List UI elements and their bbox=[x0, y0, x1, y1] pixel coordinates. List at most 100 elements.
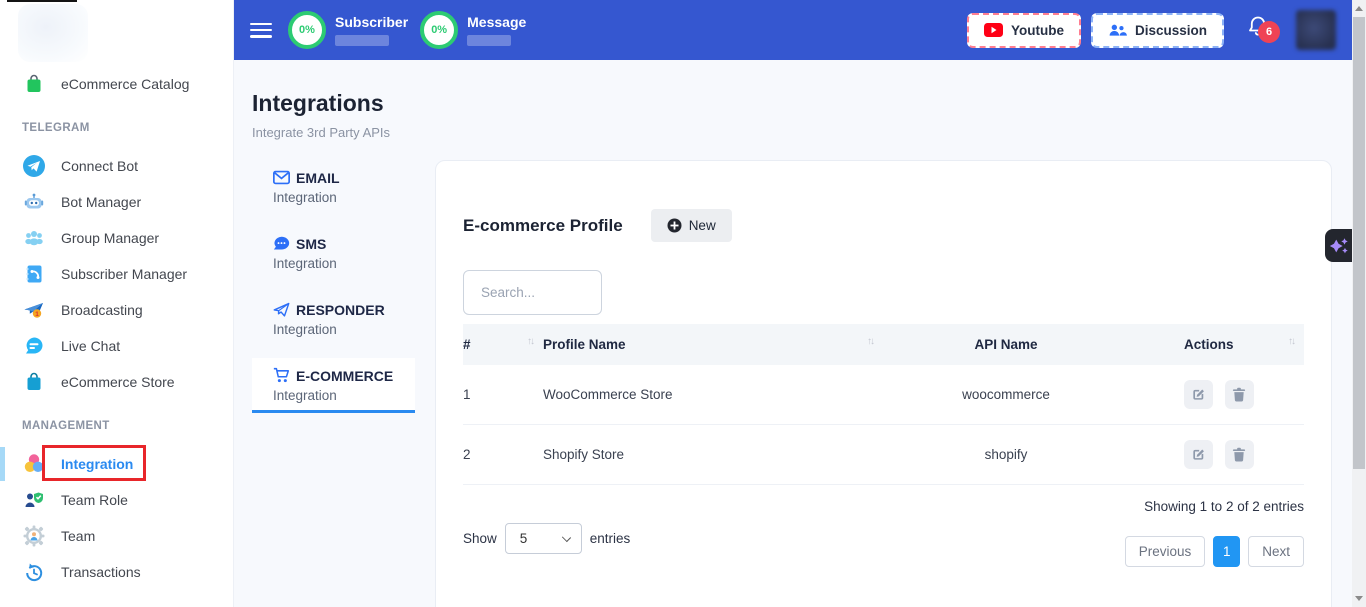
sidebar-section-telegram: TELEGRAM bbox=[0, 114, 233, 142]
tab-title: SMS bbox=[296, 236, 326, 252]
shopping-bag-blue-icon bbox=[22, 370, 46, 394]
sidebar-item-bot-manager[interactable]: Bot Manager bbox=[0, 184, 233, 220]
sidebar-item-label: Group Manager bbox=[61, 230, 159, 246]
page-title: Integrations bbox=[252, 90, 1352, 117]
scrollbar-thumb[interactable] bbox=[1353, 17, 1365, 469]
delete-button[interactable] bbox=[1225, 380, 1254, 409]
search-input[interactable] bbox=[463, 270, 602, 315]
sidebar-item-label: Connect Bot bbox=[61, 158, 138, 174]
tab-title: RESPONDER bbox=[296, 302, 385, 318]
scroll-up-arrow[interactable] bbox=[1355, 6, 1363, 11]
sidebar-item-integration[interactable]: Integration bbox=[0, 446, 233, 482]
transaction-history-icon bbox=[22, 560, 46, 584]
edit-pencil-icon bbox=[1191, 447, 1206, 462]
robot-icon bbox=[22, 190, 46, 214]
profile-name-cell: WooCommerce Store bbox=[543, 372, 883, 417]
gear-person-icon bbox=[22, 524, 46, 548]
sort-icon: ↑↓ bbox=[867, 336, 873, 347]
message-stat: 0% Message bbox=[420, 11, 526, 49]
tab-title: EMAIL bbox=[296, 170, 340, 186]
tab-subtitle: Integration bbox=[273, 322, 415, 337]
tab-responder-integration[interactable]: RESPONDER Integration bbox=[252, 292, 415, 347]
current-page-button[interactable]: 1 bbox=[1213, 536, 1240, 567]
svg-text:1: 1 bbox=[35, 311, 39, 318]
app-logo bbox=[18, 4, 88, 62]
window-scrollbar bbox=[1352, 0, 1366, 607]
page-size-select[interactable]: 5 bbox=[505, 523, 582, 554]
row-number: 2 bbox=[463, 432, 543, 477]
delete-button[interactable] bbox=[1225, 440, 1254, 469]
redacted-value bbox=[335, 35, 389, 46]
message-stat-label: Message bbox=[467, 14, 526, 30]
notification-count-badge: 6 bbox=[1258, 21, 1280, 43]
notifications-button[interactable]: 6 bbox=[1246, 14, 1270, 46]
sidebar-item-transactions[interactable]: Transactions bbox=[0, 554, 233, 590]
tab-ecommerce-integration[interactable]: E-COMMERCE Integration bbox=[252, 358, 415, 413]
sidebar-item-live-chat[interactable]: Live Chat bbox=[0, 328, 233, 364]
trash-icon bbox=[1232, 447, 1246, 462]
table-row: 2 Shopify Store shopify bbox=[463, 425, 1304, 485]
sidebar-item-label: eCommerce Store bbox=[61, 374, 175, 390]
scroll-down-arrow[interactable] bbox=[1355, 596, 1363, 601]
profile-name-cell: Shopify Store bbox=[543, 432, 883, 477]
table-row: 1 WooCommerce Store woocommerce bbox=[463, 365, 1304, 425]
sidebar-item-label: Team bbox=[61, 528, 95, 544]
ai-assistant-button[interactable] bbox=[1325, 229, 1352, 262]
sidebar-item-broadcasting[interactable]: 1 Broadcasting bbox=[0, 292, 233, 328]
app-window: eCommerce Catalog TELEGRAM Connect Bot bbox=[0, 0, 1366, 607]
sidebar-item-ecommerce-catalog[interactable]: eCommerce Catalog bbox=[0, 66, 233, 102]
column-header-number[interactable]: # ↑↓ bbox=[463, 324, 543, 365]
sidebar-item-team-role[interactable]: Team Role bbox=[0, 482, 233, 518]
showing-entries-info: Showing 1 to 2 of 2 entries bbox=[1144, 499, 1304, 514]
profiles-table: # ↑↓ Profile Name ↑↓ API Name bbox=[463, 324, 1304, 485]
row-number: 1 bbox=[463, 372, 543, 417]
api-name-cell: woocommerce bbox=[883, 372, 1129, 417]
sidebar-item-label: Integration bbox=[61, 456, 133, 472]
tab-subtitle: Integration bbox=[273, 190, 415, 205]
telegram-icon bbox=[22, 154, 46, 178]
edit-button[interactable] bbox=[1184, 380, 1213, 409]
tab-sms-integration[interactable]: SMS Integration bbox=[252, 226, 415, 281]
sort-icon: ↑↓ bbox=[1288, 336, 1294, 347]
column-header-actions[interactable]: Actions ↑↓ bbox=[1129, 324, 1304, 365]
previous-page-button[interactable]: Previous bbox=[1125, 536, 1206, 567]
sidebar-item-subscriber-manager[interactable]: Subscriber Manager bbox=[0, 256, 233, 292]
subscriber-progress-circle: 0% bbox=[288, 11, 326, 49]
sidebar-item-label: Subscriber Manager bbox=[61, 266, 187, 282]
sidebar-item-label: Broadcasting bbox=[61, 302, 143, 318]
person-shield-icon bbox=[22, 488, 46, 512]
user-avatar[interactable] bbox=[1296, 10, 1336, 50]
active-indicator bbox=[0, 447, 5, 481]
sidebar-item-group-manager[interactable]: Group Manager bbox=[0, 220, 233, 256]
edit-pencil-icon bbox=[1191, 387, 1206, 402]
sidebar-item-connect-bot[interactable]: Connect Bot bbox=[0, 148, 233, 184]
redacted-value bbox=[467, 35, 511, 46]
sidebar: eCommerce Catalog TELEGRAM Connect Bot bbox=[0, 0, 234, 607]
sidebar-item-ecommerce-store[interactable]: eCommerce Store bbox=[0, 364, 233, 400]
cart-icon bbox=[273, 367, 290, 384]
plus-circle-icon bbox=[667, 218, 682, 233]
column-header-profile-name[interactable]: Profile Name ↑↓ bbox=[543, 324, 883, 365]
topbar: 0% Subscriber 0% Message Youtube bbox=[234, 0, 1352, 60]
subscriber-stat-label: Subscriber bbox=[335, 14, 408, 30]
sidebar-item-label: Transactions bbox=[61, 564, 141, 580]
tab-title: E-COMMERCE bbox=[296, 368, 393, 384]
tab-subtitle: Integration bbox=[273, 388, 415, 403]
contact-book-icon bbox=[22, 262, 46, 286]
sidebar-item-label: Live Chat bbox=[61, 338, 120, 354]
new-profile-button[interactable]: New bbox=[651, 209, 732, 242]
edit-button[interactable] bbox=[1184, 440, 1213, 469]
next-page-button[interactable]: Next bbox=[1248, 536, 1304, 567]
youtube-button[interactable]: Youtube bbox=[967, 13, 1081, 48]
broadcast-plane-icon: 1 bbox=[22, 298, 46, 322]
sidebar-item-team[interactable]: Team bbox=[0, 518, 233, 554]
main-content: Integrations Integrate 3rd Party APIs EM… bbox=[234, 60, 1352, 607]
column-header-api-name[interactable]: API Name bbox=[883, 324, 1129, 365]
shopping-bag-green-icon bbox=[22, 72, 46, 96]
message-progress-circle: 0% bbox=[420, 11, 458, 49]
tab-email-integration[interactable]: EMAIL Integration bbox=[252, 160, 415, 215]
discussion-button[interactable]: Discussion bbox=[1091, 13, 1224, 48]
pagination: Previous 1 Next bbox=[1125, 536, 1304, 567]
hamburger-menu-icon[interactable] bbox=[250, 23, 272, 38]
api-name-cell: shopify bbox=[883, 432, 1129, 477]
